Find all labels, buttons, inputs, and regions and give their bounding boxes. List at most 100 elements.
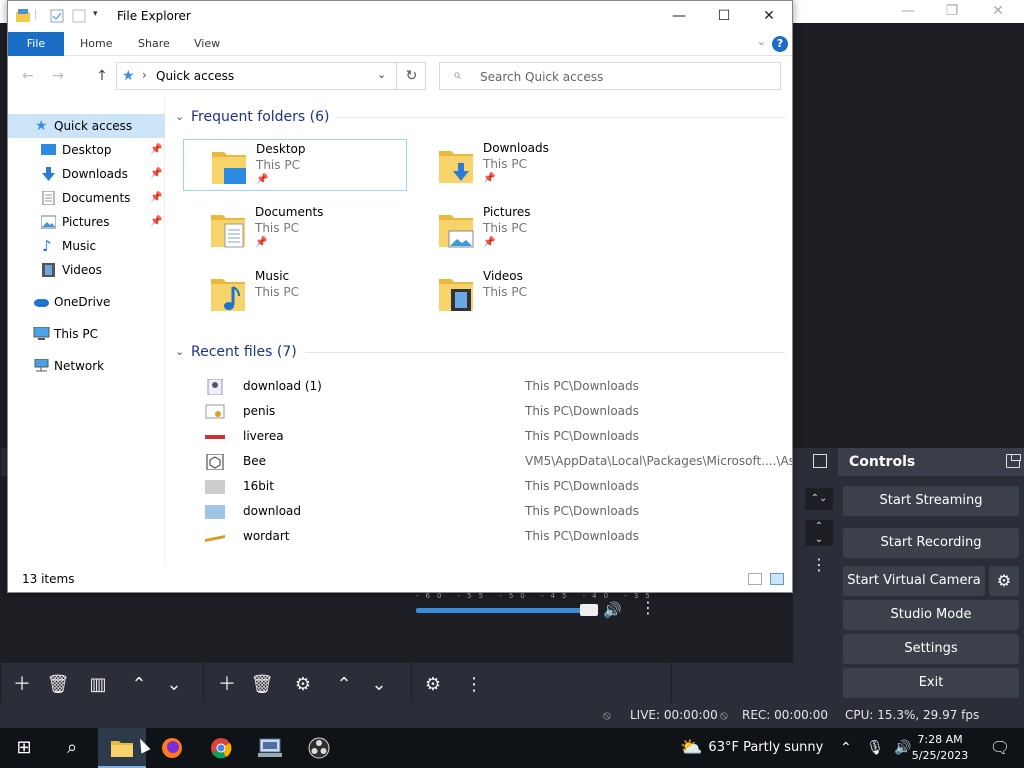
file-name: 16bit <box>243 479 274 493</box>
float-dock-icon[interactable] <box>813 454 827 468</box>
sidebar-item-music[interactable]: ♪ Music <box>8 234 165 258</box>
frequent-folder-pictures[interactable]: Pictures This PC 📌 <box>411 203 635 255</box>
sidebar-item-pictures[interactable]: Pictures 📌 <box>8 210 165 234</box>
chrome-icon[interactable] <box>197 728 245 768</box>
obs-minimize-button[interactable]: — <box>888 2 928 20</box>
sidebar-item-network[interactable]: Network <box>8 354 165 378</box>
virtual-camera-gear-icon[interactable]: ⚙ <box>989 566 1019 596</box>
close-button[interactable]: ✕ <box>746 1 792 32</box>
windows-start-icon[interactable]: ⊞ <box>0 728 48 768</box>
add-source-icon[interactable]: ＋ <box>213 672 241 698</box>
properties-icon[interactable] <box>50 9 64 23</box>
recent-file-row[interactable]: liverea This PC\Downloads <box>205 424 792 449</box>
search-box[interactable]: ⌕ Search Quick access <box>439 62 781 90</box>
source-properties-gear-icon[interactable]: ⚙ <box>289 672 317 698</box>
tab-home[interactable]: Home <box>66 32 126 56</box>
chevron-up-icon[interactable]: ⌃ <box>840 740 852 756</box>
move-up-icon[interactable]: ⌃ <box>125 672 153 698</box>
tab-file[interactable]: File <box>8 32 64 56</box>
live-timer: LIVE: 00:00:00 <box>630 708 718 722</box>
audio-menu-icon[interactable]: ⋮ <box>640 598 656 617</box>
obs-studio-icon[interactable] <box>295 728 343 768</box>
move-down-icon[interactable]: ⌄ <box>160 672 188 698</box>
videos-folder-icon <box>439 279 473 311</box>
network-app-icon[interactable] <box>246 728 294 768</box>
source-up-icon[interactable]: ⌃ <box>330 672 358 698</box>
settings-button[interactable]: Settings <box>843 634 1019 664</box>
recent-file-row[interactable]: download This PC\Downloads <box>205 499 792 524</box>
sidebar-item-videos[interactable]: Videos <box>8 258 165 282</box>
file-path: This PC\Downloads <box>525 379 639 393</box>
recent-file-row[interactable]: download (1) This PC\Downloads <box>205 374 792 399</box>
expand-ribbon-chevron-icon[interactable]: ⌄ <box>757 35 766 48</box>
add-scene-icon[interactable]: ＋ <box>8 672 36 698</box>
frequent-folder-documents[interactable]: Documents This PC 📌 <box>183 203 407 255</box>
sidebar-item-label: Quick access <box>54 119 133 133</box>
exit-button[interactable]: Exit <box>843 668 1019 698</box>
speaker-icon[interactable]: 🔊 <box>603 601 622 619</box>
help-icon[interactable]: ? <box>772 36 788 52</box>
source-down-icon[interactable]: ⌄ <box>365 672 393 698</box>
frequent-folder-downloads[interactable]: Downloads This PC 📌 <box>411 139 635 191</box>
sidebar-item-downloads[interactable]: Downloads 📌 <box>8 162 165 186</box>
recent-file-row[interactable]: penis This PC\Downloads <box>205 399 792 424</box>
mixer-gear-icon[interactable]: ⚙ <box>419 672 447 698</box>
recent-file-row[interactable]: 16bit This PC\Downloads <box>205 474 792 499</box>
volume-slider-handle[interactable] <box>580 604 598 616</box>
obs-maximize-button[interactable]: ❐ <box>932 2 972 20</box>
tab-view[interactable]: View <box>180 32 234 56</box>
address-dropdown-icon[interactable]: ⌄ <box>377 68 386 81</box>
folder-name: Music <box>255 269 290 283</box>
notification-icon[interactable]: 🗨 <box>980 728 1020 768</box>
recent-file-row[interactable]: Bee VM5\AppData\Local\Packages\Microsoft… <box>205 449 792 474</box>
sidebar-item-quick-access[interactable]: ★ Quick access <box>8 114 165 138</box>
microphone-icon[interactable]: 🎙 <box>866 740 884 756</box>
sidebar-item-desktop[interactable]: Desktop 📌 <box>8 138 165 162</box>
image-file-icon <box>207 379 223 395</box>
obs-close-button[interactable]: ✕ <box>978 2 1018 20</box>
address-bar[interactable]: ★ › Quick access ⌄ <box>116 62 426 90</box>
volume-slider-track[interactable] <box>416 608 592 613</box>
float-dock-icon[interactable] <box>1006 454 1021 468</box>
weather-widget[interactable]: ⛅ 63°F Partly sunny <box>680 728 823 768</box>
sidebar-item-this-pc[interactable]: This PC <box>8 322 165 346</box>
clock[interactable]: 7:28 AM 5/25/2023 <box>908 732 972 764</box>
large-icons-view-icon[interactable] <box>770 573 784 585</box>
frequent-folder-videos[interactable]: Videos This PC <box>411 267 635 319</box>
details-view-icon[interactable] <box>748 573 762 585</box>
breadcrumb-chevron-icon[interactable]: › <box>142 68 147 82</box>
remove-source-icon[interactable]: 🗑 <box>248 672 276 698</box>
start-virtual-camera-button[interactable]: Start Virtual Camera <box>843 566 985 596</box>
search-icon[interactable]: ⌕ <box>48 728 96 768</box>
refresh-icon[interactable]: ↻ <box>396 62 426 90</box>
studio-mode-button[interactable]: Studio Mode <box>843 600 1019 630</box>
transition-menu-icon[interactable]: ⋮ <box>805 552 833 578</box>
start-streaming-button[interactable]: Start Streaming <box>843 486 1019 516</box>
start-recording-button[interactable]: Start Recording <box>843 528 1019 558</box>
frequent-folder-music[interactable]: Music This PC <box>183 267 407 319</box>
clock-time: 7:28 AM <box>917 733 963 746</box>
customize-dropdown-icon[interactable]: ▾ <box>93 9 107 23</box>
up-arrow-icon[interactable]: ↑ <box>92 66 112 86</box>
maximize-button[interactable]: ☐ <box>701 1 747 32</box>
mixer-menu-icon[interactable]: ⋮ <box>460 672 488 698</box>
minimize-button[interactable]: — <box>656 1 702 32</box>
sidebar-item-documents[interactable]: Documents 📌 <box>8 186 165 210</box>
recent-file-row[interactable]: wordart This PC\Downloads <box>205 524 792 549</box>
breadcrumb-quick-access[interactable]: Quick access <box>156 69 234 83</box>
sidebar-item-label: Downloads <box>62 167 128 181</box>
remove-scene-icon[interactable]: 🗑 <box>44 672 72 698</box>
tab-share[interactable]: Share <box>124 32 184 56</box>
duration-spinner[interactable]: ⌃⌄ <box>805 488 833 510</box>
new-folder-icon[interactable] <box>72 9 86 23</box>
sidebar-item-onedrive[interactable]: OneDrive <box>8 290 165 314</box>
forward-arrow-icon[interactable]: → <box>48 66 68 86</box>
scene-filter-icon[interactable]: ▥ <box>84 672 112 698</box>
firefox-icon[interactable] <box>148 728 196 768</box>
group-title: Recent files (7) <box>191 344 297 360</box>
transition-spinner[interactable]: ⌃ ⌄ <box>805 520 833 546</box>
package-cube-icon <box>206 454 224 470</box>
back-arrow-icon[interactable]: ← <box>18 66 38 86</box>
frequent-folder-desktop[interactable]: Desktop This PC 📌 <box>183 139 407 191</box>
obs-logo <box>308 737 330 759</box>
